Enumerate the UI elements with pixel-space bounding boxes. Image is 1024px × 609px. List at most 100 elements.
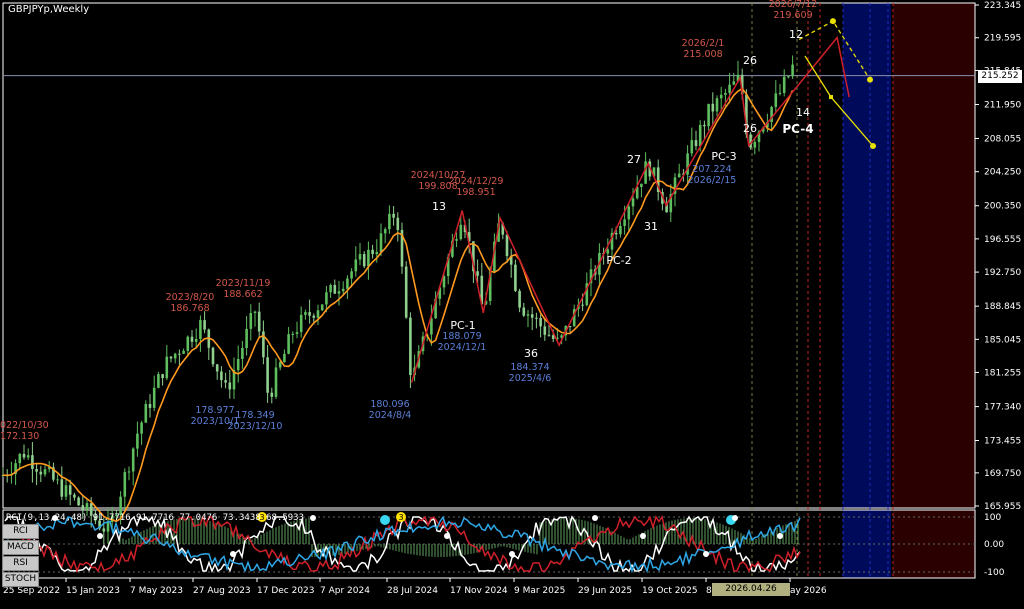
rsi-button[interactable]: RSI [2,556,39,571]
y-label-13: 173.455 [984,437,1021,447]
annotation-line1-7: 2024/12/29 [449,176,504,187]
candle-body [774,93,778,107]
candle-body [535,317,538,319]
candle-body [73,494,76,498]
candle-body [367,249,370,267]
candle-body [333,284,337,294]
annotation-line1-5: 180.096 [370,399,409,410]
wave-label-7: 14 [796,106,810,119]
rci-dot-9 [732,515,738,521]
chart-canvas: 223.345219.595215.845211.950208.055204.2… [0,0,1021,596]
annotation-line2-7: 198.951 [456,187,495,198]
candle-body [514,264,517,291]
candle-body [703,124,706,127]
candle-body [329,284,332,293]
annotation-line1-0: 022/10/30 [0,420,49,431]
candle-body [26,455,30,458]
candle-body [354,259,358,272]
y-label-14: 169.750 [984,469,1021,479]
candle-body [623,219,626,226]
candle-body [60,479,64,497]
candle-body [140,422,143,434]
y-label-10: 185.045 [984,335,1021,345]
candle-body [270,392,274,397]
wave-label-10: PC-3 [711,150,736,163]
candle-body [375,252,379,255]
candle-body [31,455,34,470]
candle-body [228,382,232,390]
candle-body [715,98,719,112]
candle-body [379,233,383,253]
candle-body [383,229,387,234]
candle-body [526,314,530,316]
y-label-4: 208.055 [984,134,1021,144]
candle-body [18,453,22,464]
candle-body [245,328,248,348]
candle-body [782,76,786,93]
candle-body [241,347,244,360]
candle-body [85,503,89,510]
candle-body [581,304,584,306]
main-frame [2,2,976,509]
candle-body [631,198,635,207]
y-label-0: 223.345 [984,1,1021,11]
candle-body [392,213,395,218]
candle-body [224,380,227,383]
candle-body [64,485,68,497]
wave-label-1: 36 [524,347,538,360]
rci-dot-4 [444,533,450,539]
x-label-10: 19 Oct 2025 [642,586,698,596]
candle-body [211,347,215,365]
annotation-line2-0: 172.130 [0,431,39,442]
annotation-line1-8: 188.079 [442,331,481,342]
rci-button[interactable]: RCI [2,524,39,539]
x-label-1: 15 Jan 2023 [66,586,120,596]
candle-body [257,311,261,332]
macd-button[interactable]: MACD [2,540,39,555]
candle-body [522,307,526,316]
candle-body [337,291,341,294]
moving-average-line [2,87,794,523]
candle-body [518,290,521,308]
y-label-6: 200.350 [984,202,1021,212]
annotation-line2-5: 2024/8/4 [369,410,412,421]
rci-dot-8 [703,551,709,557]
candle-body [778,92,782,94]
candle-body [169,356,173,359]
rci-dot-5 [509,551,515,557]
candle-body [606,249,610,254]
wave-label-11: PC-4 [782,122,813,136]
candle-body [308,312,311,316]
rci-dot-1 [97,533,103,539]
candle-body [123,472,127,497]
candle-body [299,314,303,333]
x-label-9: 29 Jun 2025 [578,586,632,596]
candle-body [547,334,551,336]
x-label-4: 17 Dec 2023 [257,586,315,596]
stoch-button[interactable]: STOCH [2,572,39,587]
wave-label-4: 26 [743,54,757,67]
candle-body [106,521,110,532]
candle-body [68,485,72,495]
candle-body [644,161,647,184]
candle-body [530,314,534,318]
annotation-line1-2: 2023/11/19 [216,278,271,289]
candle-body [325,292,328,305]
candle-body [312,315,316,318]
candle-body [320,304,324,311]
candle-body [753,141,757,148]
candle-body [178,353,181,355]
projection-marker-tri-up [830,18,836,25]
candle-body [619,225,622,235]
rci-signal-yellow-label-1: 3 [398,513,403,522]
candle-body [136,433,139,449]
candle-body [396,217,400,230]
candle-body [316,310,320,318]
candle-body [459,224,463,240]
candle-body [253,311,257,314]
y-label-5: 204.250 [984,168,1021,178]
candle-body [787,76,790,78]
annotation-line1-11: 207.224 [692,164,731,175]
y-label-9: 188.845 [984,302,1021,312]
wave-label-2: 27 [627,153,641,166]
